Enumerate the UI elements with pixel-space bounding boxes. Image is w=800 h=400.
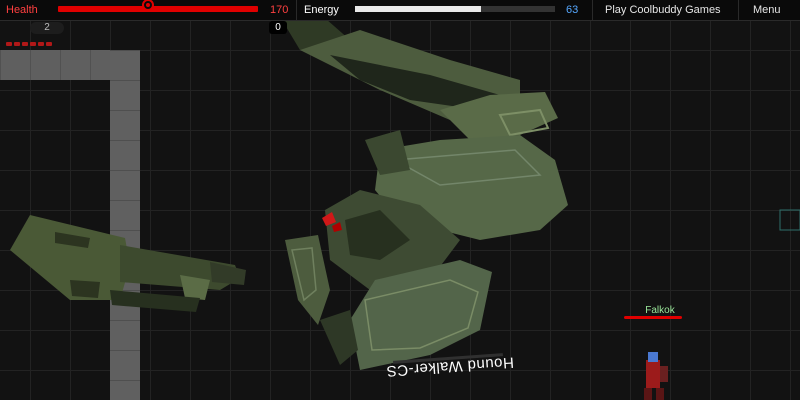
- gun: [10, 215, 246, 312]
- offscreen-marker: [779, 209, 800, 231]
- health-bar-fill: [58, 6, 258, 12]
- game-world: [10, 12, 800, 400]
- health-label: Health: [6, 4, 38, 16]
- hud-divider: [592, 0, 593, 20]
- energy-bar: [355, 6, 555, 12]
- hud-divider: [296, 0, 297, 20]
- ammo-dot: [22, 42, 28, 46]
- ammo-dot: [30, 42, 36, 46]
- health-bar: [58, 6, 258, 12]
- energy-label: Energy: [304, 4, 339, 16]
- play-games-link[interactable]: Play Coolbuddy Games: [605, 4, 721, 16]
- ammo-dot: [14, 42, 20, 46]
- ammo-dot: [38, 42, 44, 46]
- falkok-enemy: [644, 352, 668, 400]
- top-hud: Health 170 Energy 63 Play Coolbuddy Game…: [0, 0, 800, 21]
- hound-walker-boss: [282, 12, 568, 370]
- ammo-dot: [6, 42, 12, 46]
- energy-value: 63: [566, 4, 579, 16]
- score-badge: 0: [269, 21, 287, 34]
- health-value: 170: [270, 4, 289, 16]
- falkok-name: Falkok: [645, 305, 675, 316]
- hud-divider: [738, 0, 739, 20]
- falkok-health-bar: [624, 316, 682, 319]
- grenade-count: 2: [30, 22, 64, 34]
- energy-bar-fill: [355, 6, 481, 12]
- menu-button[interactable]: Menu: [753, 4, 781, 16]
- ammo-dot: [46, 42, 52, 46]
- ammo-indicator: [6, 42, 52, 46]
